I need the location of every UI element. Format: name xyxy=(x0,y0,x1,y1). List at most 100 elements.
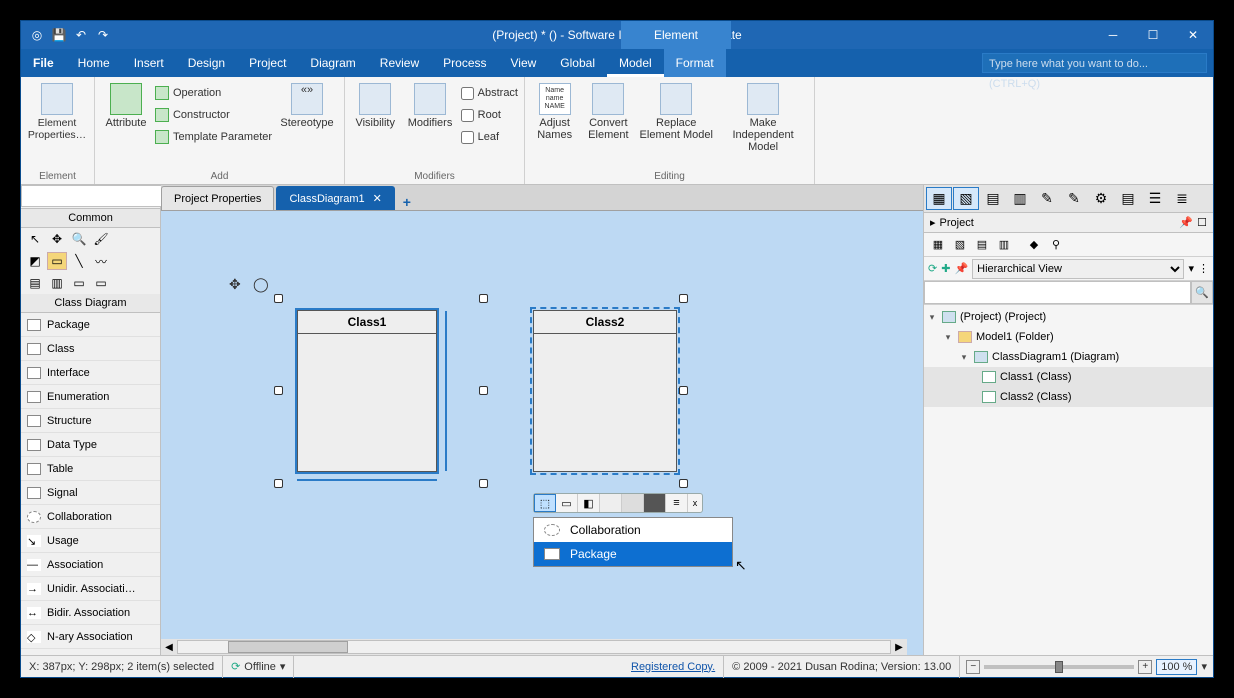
tool-paper-icon[interactable]: ▭ xyxy=(91,274,111,292)
menu-review[interactable]: Review xyxy=(368,49,431,77)
float-color2-icon[interactable] xyxy=(622,494,644,512)
template-parameter-button[interactable]: Template Parameter xyxy=(155,127,272,147)
tool-move-icon[interactable]: ✥ xyxy=(47,230,67,248)
tree-class1[interactable]: Class1 (Class) xyxy=(924,367,1213,387)
zoom-in-button[interactable]: + xyxy=(1138,660,1152,674)
zoom-dropdown-icon[interactable]: ▾ xyxy=(1201,660,1207,673)
horizontal-scrollbar[interactable]: ◀▶ xyxy=(161,639,907,655)
zoom-thumb[interactable] xyxy=(1055,661,1063,673)
canvas[interactable]: ✥ ◯ Class1 xyxy=(161,211,923,655)
tool-note-icon[interactable]: ▤ xyxy=(25,274,45,292)
tool-rect-icon[interactable]: ▭ xyxy=(69,274,89,292)
stereotype-button[interactable]: «» Stereotype xyxy=(276,79,338,129)
handle-bl[interactable] xyxy=(274,479,283,488)
menu-global[interactable]: Global xyxy=(548,49,607,77)
float-color3-icon[interactable] xyxy=(644,494,666,512)
rotate-handle-icon[interactable]: ◯ xyxy=(253,276,269,293)
handle-tl[interactable] xyxy=(274,294,283,303)
add-green-icon[interactable]: ✚ xyxy=(941,262,950,275)
tree-class2[interactable]: Class2 (Class) xyxy=(924,387,1213,407)
element-properties-button[interactable]: Element Properties… xyxy=(27,79,87,141)
tool-folder-icon[interactable]: ▭ xyxy=(47,252,67,270)
toolbox-item-usage[interactable]: ↘Usage xyxy=(21,529,160,553)
menu-diagram[interactable]: Diagram xyxy=(298,49,367,77)
pt-delete-icon[interactable]: ▥ xyxy=(994,236,1014,254)
leaf-checkbox[interactable]: Leaf xyxy=(461,127,518,147)
maximize-pane-icon[interactable]: ☐ xyxy=(1197,216,1207,229)
pt-add-model-icon[interactable]: ▤ xyxy=(972,236,992,254)
tool-list-icon[interactable]: ▥ xyxy=(47,274,67,292)
filter-icon[interactable]: ▾ xyxy=(1188,262,1194,275)
modifiers-button[interactable]: Modifiers xyxy=(403,79,456,129)
handle-br[interactable] xyxy=(479,479,488,488)
close-button[interactable]: ✕ xyxy=(1173,21,1213,49)
pt-add-folder-icon[interactable]: ▧ xyxy=(950,236,970,254)
new-tab-button[interactable]: + xyxy=(397,194,417,210)
rtool-5-icon[interactable]: ✎ xyxy=(1034,187,1060,210)
root-checkbox[interactable]: Root xyxy=(461,105,518,125)
toolbox-item-enumeration[interactable]: Enumeration xyxy=(21,385,160,409)
toolbox-item-association[interactable]: —Association xyxy=(21,553,160,577)
zoom-value[interactable]: 100 % xyxy=(1156,659,1197,675)
rtool-3-icon[interactable]: ▤ xyxy=(980,187,1006,210)
toolbox-item-class[interactable]: Class xyxy=(21,337,160,361)
toolbox-item-unidir-association[interactable]: →Unidir. Associati… xyxy=(21,577,160,601)
move-handle-icon[interactable]: ✥ xyxy=(229,276,241,293)
toolbox-item-nary-association[interactable]: ◇N-ary Association xyxy=(21,625,160,649)
tool-pointer-icon[interactable]: ↖ xyxy=(25,230,45,248)
minimize-button[interactable]: ─ xyxy=(1093,21,1133,49)
toolbox-item-signal[interactable]: Signal xyxy=(21,481,160,505)
status-offline[interactable]: ⟳Offline▾ xyxy=(223,656,294,678)
tab-classdiagram1[interactable]: ClassDiagram1✕ xyxy=(276,186,394,210)
menu-process[interactable]: Process xyxy=(431,49,498,77)
pin-icon[interactable]: 📌 xyxy=(1179,216,1193,229)
toolbox-item-interface[interactable]: Interface xyxy=(21,361,160,385)
rtool-6-icon[interactable]: ✎ xyxy=(1061,187,1087,210)
menu-format[interactable]: Format xyxy=(664,49,726,77)
menu-home[interactable]: Home xyxy=(66,49,122,77)
constructor-button[interactable]: Constructor xyxy=(155,105,272,125)
tab-close-icon[interactable]: ✕ xyxy=(373,192,382,205)
make-independent-model-button[interactable]: Make Independent Model xyxy=(718,79,808,153)
abstract-checkbox[interactable]: Abstract xyxy=(461,83,518,103)
class2-box[interactable]: Class2 xyxy=(533,310,677,472)
tool-corner-icon[interactable]: ◩ xyxy=(25,252,45,270)
tool-curve-icon[interactable]: 〰 xyxy=(91,252,111,270)
zoom-slider[interactable] xyxy=(984,665,1134,669)
menu-file[interactable]: File xyxy=(21,49,66,77)
menu-view[interactable]: View xyxy=(499,49,549,77)
options-icon[interactable]: ⋮ xyxy=(1198,262,1209,275)
float-add-icon[interactable]: ▭ xyxy=(556,494,578,512)
toolbox-item-structure[interactable]: Structure xyxy=(21,409,160,433)
tree-model[interactable]: ▾Model1 (Folder) xyxy=(924,327,1213,347)
float-close-icon[interactable]: x xyxy=(688,494,702,512)
rtool-7-icon[interactable]: ⚙ xyxy=(1088,187,1114,210)
rtool-10-icon[interactable]: ≣ xyxy=(1169,187,1195,210)
toolbox-item-table[interactable]: Table xyxy=(21,457,160,481)
redo-icon[interactable]: ↷ xyxy=(95,27,111,43)
class1-box[interactable]: Class1 xyxy=(297,310,437,472)
floating-toolbar[interactable]: ⬚ ▭ ◧ ≡ x xyxy=(533,493,703,513)
pt-sort-icon[interactable]: ◆ xyxy=(1024,236,1044,254)
float-list-icon[interactable]: ≡ xyxy=(666,494,688,512)
handle2-tr[interactable] xyxy=(679,294,688,303)
tree-project[interactable]: ▾(Project) (Project) xyxy=(924,307,1213,327)
tell-me-search[interactable]: Type here what you want to do... (CTRL+Q… xyxy=(982,53,1207,73)
maximize-button[interactable]: ☐ xyxy=(1133,21,1173,49)
menu-insert[interactable]: Insert xyxy=(122,49,176,77)
operation-button[interactable]: Operation xyxy=(155,83,272,103)
rtool-1-icon[interactable]: ▦ xyxy=(926,187,952,210)
save-icon[interactable]: 💾 xyxy=(51,27,67,43)
rtool-2-icon[interactable]: ▧ xyxy=(953,187,979,210)
status-registered[interactable]: Registered Copy. xyxy=(623,656,724,678)
tab-project-properties[interactable]: Project Properties xyxy=(161,186,274,210)
handle-mr[interactable] xyxy=(479,386,488,395)
handle-tr[interactable] xyxy=(479,294,488,303)
toolbox-item-bidir-association[interactable]: ↔Bidir. Association xyxy=(21,601,160,625)
menu-project[interactable]: Project xyxy=(237,49,298,77)
view-select[interactable]: Hierarchical View xyxy=(972,259,1184,279)
tool-zoom-icon[interactable]: 🔍 xyxy=(69,230,89,248)
menu-design[interactable]: Design xyxy=(176,49,237,77)
convert-element-button[interactable]: Convert Element xyxy=(582,79,634,141)
popup-package[interactable]: Package xyxy=(534,542,732,566)
